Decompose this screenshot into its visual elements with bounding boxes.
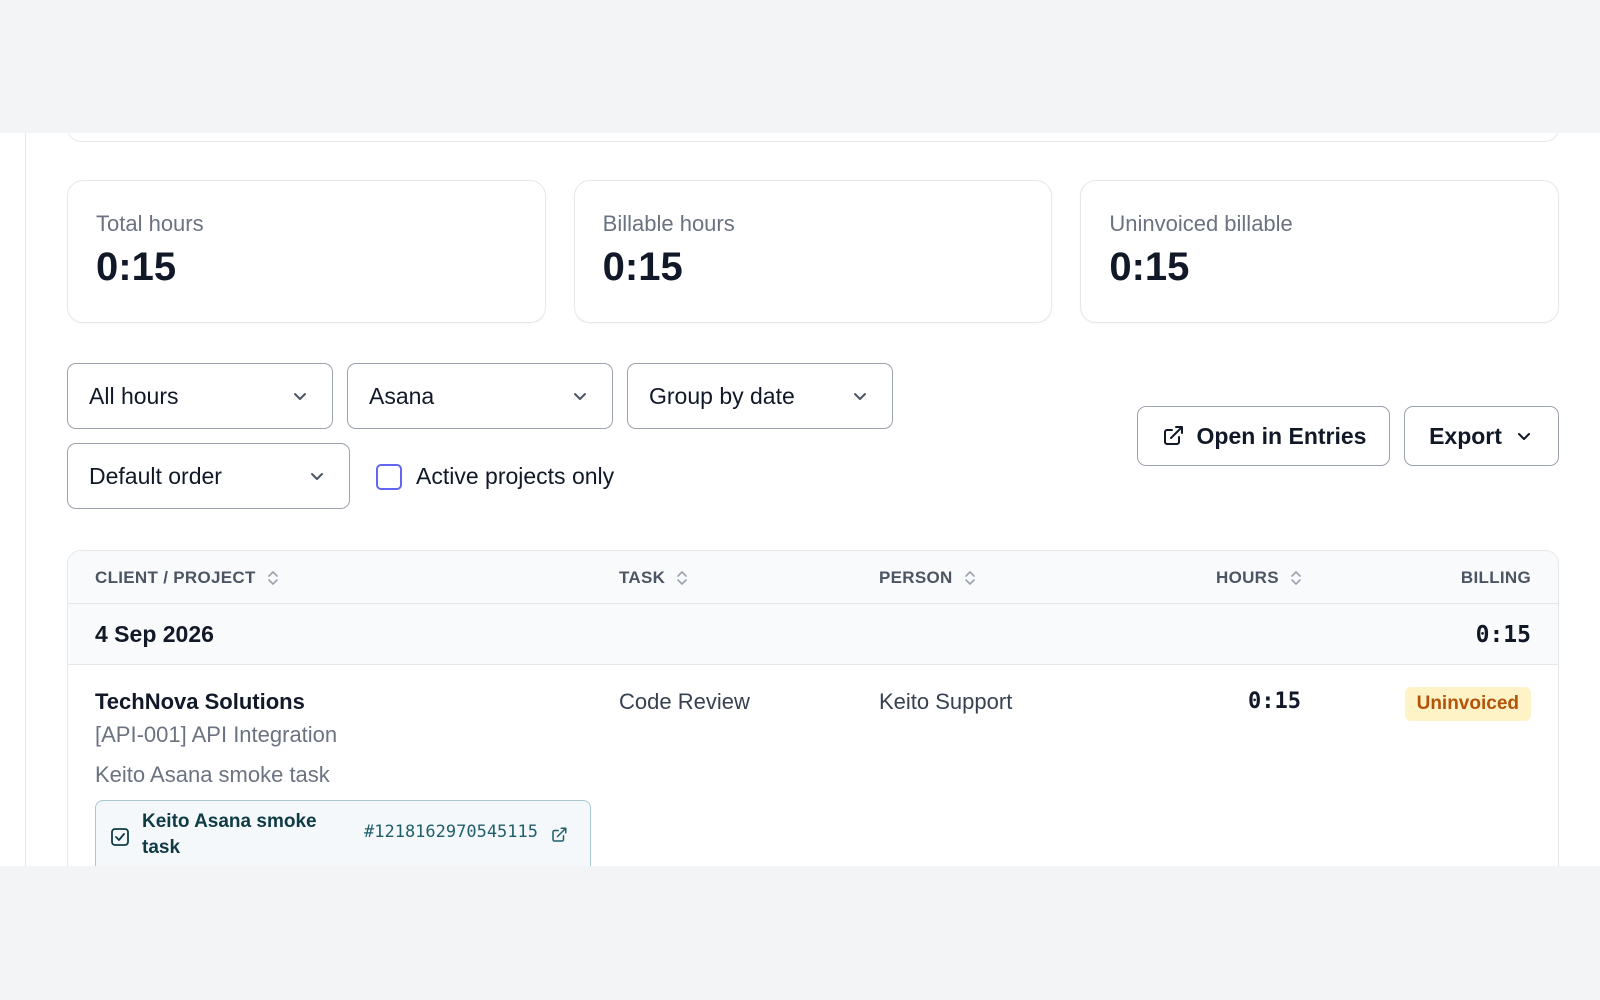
asana-task-title: Keito Asana smoke task [142,811,317,858]
column-label: HOURS [1216,567,1279,587]
select-value: Asana [369,382,435,409]
stat-value: 0:15 [1109,245,1190,289]
active-projects-toggle[interactable]: Active projects only [376,463,614,490]
hours-filter-select[interactable]: All hours [67,363,333,429]
date-group-row: 4 Sep 2026 0:15 [68,604,1558,665]
integration-filter-select[interactable]: Asana [347,363,613,429]
stat-label: Uninvoiced billable [1109,211,1293,236]
stat-label: Billable hours [602,211,735,236]
column-header-billing: BILLING [1461,551,1531,604]
group-date: 4 Sep 2026 [95,621,214,647]
sort-icon [677,570,688,585]
chevron-down-icon [854,393,866,400]
chevron-down-icon [294,393,306,400]
sort-icon [964,570,975,585]
chevron-down-icon [574,393,586,400]
column-label: CLIENT / PROJECT [95,567,256,587]
stat-value: 0:15 [602,245,683,289]
button-label: Export [1429,422,1502,449]
task-checkbox-icon [111,828,129,846]
time-entries-table: CLIENT / PROJECT TASK PERSON HOURS BILLI… [67,550,1559,866]
stat-card-total-hours: Total hours 0:15 [67,180,546,323]
asana-task-id: #1218162970545115 [364,822,538,842]
sort-icon [267,570,278,585]
column-label: PERSON [879,567,953,587]
sidebar-divider [25,133,26,866]
sort-icon [1291,570,1301,585]
external-link-icon [1163,426,1183,445]
group-by-select[interactable]: Group by date [627,363,893,429]
column-header-hours[interactable]: HOURS [1216,551,1303,604]
stat-card-billable-hours: Billable hours 0:15 [573,180,1053,323]
table-row[interactable]: TechNova Solutions [API-001] API Integra… [68,665,1558,866]
export-button[interactable]: Export [1404,406,1559,466]
column-header-client-project[interactable]: CLIENT / PROJECT [95,551,280,604]
chevron-down-icon [1517,433,1530,440]
external-link-icon[interactable] [550,826,568,844]
person-name: Keito Support [879,689,1013,714]
select-value: Group by date [649,382,795,409]
column-header-task[interactable]: TASK [619,551,689,604]
button-label: Open in Entries [1196,422,1367,449]
stat-card-uninvoiced-billable: Uninvoiced billable 0:15 [1080,180,1560,323]
client-name: TechNova Solutions [95,689,305,714]
chevron-down-icon [311,473,323,480]
summary-stats: Total hours 0:15 Billable hours 0:15 Uni… [67,180,1560,323]
task-name: Code Review [619,689,750,714]
group-total-hours: 0:15 [1475,621,1531,648]
active-projects-label: Active projects only [416,463,615,489]
asana-task-link[interactable]: Keito Asana smoke task #1218162970545115 [95,800,591,866]
stat-label: Total hours [96,211,204,236]
billing-status-badge: Uninvoiced [1404,687,1531,721]
previous-card-edge [67,133,1559,142]
column-header-person[interactable]: PERSON [879,551,977,604]
active-projects-checkbox[interactable] [376,463,402,490]
stat-value: 0:15 [96,245,177,289]
table-header: CLIENT / PROJECT TASK PERSON HOURS BILLI… [68,551,1558,604]
reports-panel: Total hours 0:15 Billable hours 0:15 Uni… [0,133,1600,866]
select-value: Default order [89,462,222,489]
column-label: TASK [619,567,666,587]
order-select[interactable]: Default order [67,443,350,509]
entry-description: Keito Asana smoke task [95,762,330,787]
column-label: BILLING [1460,567,1531,587]
project-name: [API-001] API Integration [95,722,338,747]
entry-hours: 0:15 [1248,689,1301,714]
open-in-entries-button[interactable]: Open in Entries [1137,406,1390,466]
select-value: All hours [89,382,179,409]
